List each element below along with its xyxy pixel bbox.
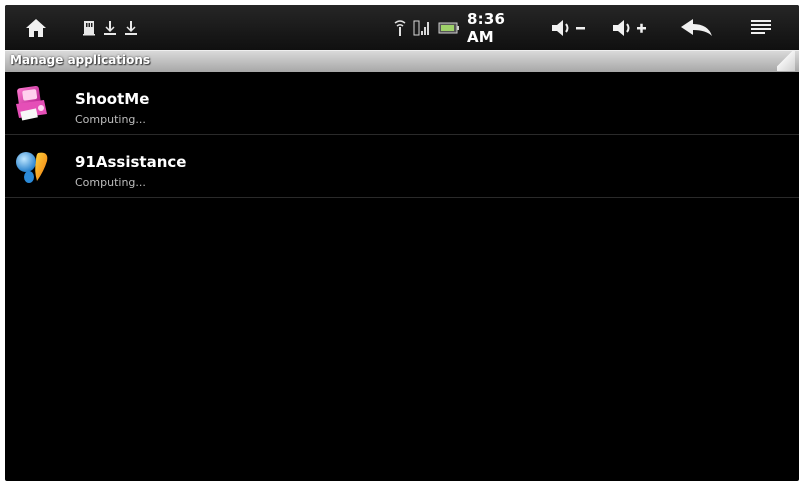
app-status: Computing...: [75, 113, 146, 126]
list-item-91assistance[interactable]: 91Assistance Computing...: [5, 135, 799, 198]
app-name: 91Assistance: [75, 153, 187, 171]
home-icon: [26, 18, 46, 37]
back-icon: [681, 18, 712, 36]
title-bar: Manage applications: [5, 50, 799, 72]
application-list: ShootMe Computing... 91Assistance Comput…: [5, 72, 799, 198]
app-status: Computing...: [75, 176, 146, 189]
download-notification-icon: [125, 20, 137, 35]
signal-status: [412, 5, 432, 50]
notification-area[interactable]: [83, 5, 159, 50]
back-button[interactable]: [677, 5, 717, 50]
91assistance-app-icon: [13, 147, 53, 187]
volume-down-button[interactable]: [548, 5, 590, 50]
list-item-shootme[interactable]: ShootMe Computing...: [5, 72, 799, 135]
clock: 8:36 AM: [467, 9, 506, 46]
volume-up-button[interactable]: [609, 5, 651, 50]
status-bar: 8:36 AM: [5, 5, 799, 50]
volume-down-icon: [552, 19, 585, 36]
shootme-app-icon: [13, 84, 53, 124]
usb-notification-icon: [104, 20, 116, 35]
menu-icon: [751, 19, 771, 34]
sd-card-notification-icon: [83, 20, 95, 35]
home-button[interactable]: [21, 5, 51, 50]
menu-button[interactable]: [746, 5, 776, 50]
app-name: ShootMe: [75, 90, 150, 108]
device-screen: 8:36 AM Manage applications ShootMe Comp…: [5, 5, 799, 481]
signal-icon: [413, 20, 429, 35]
battery-status: [436, 5, 462, 50]
battery-icon: [438, 22, 459, 33]
wifi-icon: [394, 19, 406, 36]
page-title: Manage applications: [10, 53, 151, 67]
volume-up-icon: [613, 19, 646, 36]
wifi-status: [392, 5, 408, 50]
title-bar-corner-decoration: [777, 51, 795, 71]
